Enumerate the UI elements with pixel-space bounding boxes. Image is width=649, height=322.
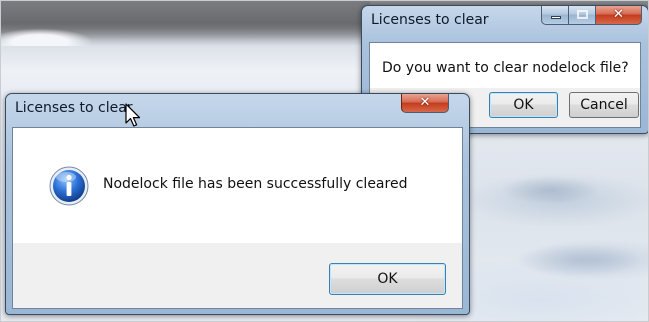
maximize-icon	[577, 10, 588, 19]
confirm-caption-buttons: ✕	[541, 6, 642, 26]
confirm-dialog-title: Licenses to clear	[371, 12, 489, 28]
minimize-button[interactable]	[541, 6, 569, 25]
wallpaper-snow-ridge	[0, 22, 120, 46]
confirm-message: Do you want to clear nodelock file?	[382, 60, 629, 76]
wallpaper-snow-shadows	[470, 150, 649, 322]
info-dialog-body: Nodelock file has been successfully clea…	[12, 127, 463, 309]
maximize-button[interactable]	[569, 6, 596, 25]
info-dialog-titlebar[interactable]: Licenses to clear ✕	[6, 94, 469, 122]
info-dialog-title: Licenses to clear	[15, 100, 133, 116]
ok-button[interactable]: OK	[329, 263, 446, 295]
mouse-pointer-icon	[125, 103, 141, 127]
cancel-button[interactable]: Cancel	[569, 92, 639, 118]
info-dialog[interactable]: Licenses to clear ✕ Nodelock file has be…	[5, 93, 470, 315]
ok-button[interactable]: OK	[489, 92, 558, 118]
info-button-row: OK	[13, 243, 462, 308]
minimize-icon	[551, 16, 561, 19]
info-close-button[interactable]: ✕	[401, 94, 449, 113]
confirm-dialog-titlebar[interactable]: Licenses to clear ✕	[362, 6, 648, 34]
information-icon	[49, 166, 89, 206]
confirm-close-button[interactable]: ✕	[596, 6, 642, 25]
info-message: Nodelock file has been successfully clea…	[103, 176, 408, 192]
close-icon: ✕	[419, 95, 431, 110]
info-caption-buttons: ✕	[401, 94, 449, 114]
close-icon: ✕	[613, 7, 624, 22]
